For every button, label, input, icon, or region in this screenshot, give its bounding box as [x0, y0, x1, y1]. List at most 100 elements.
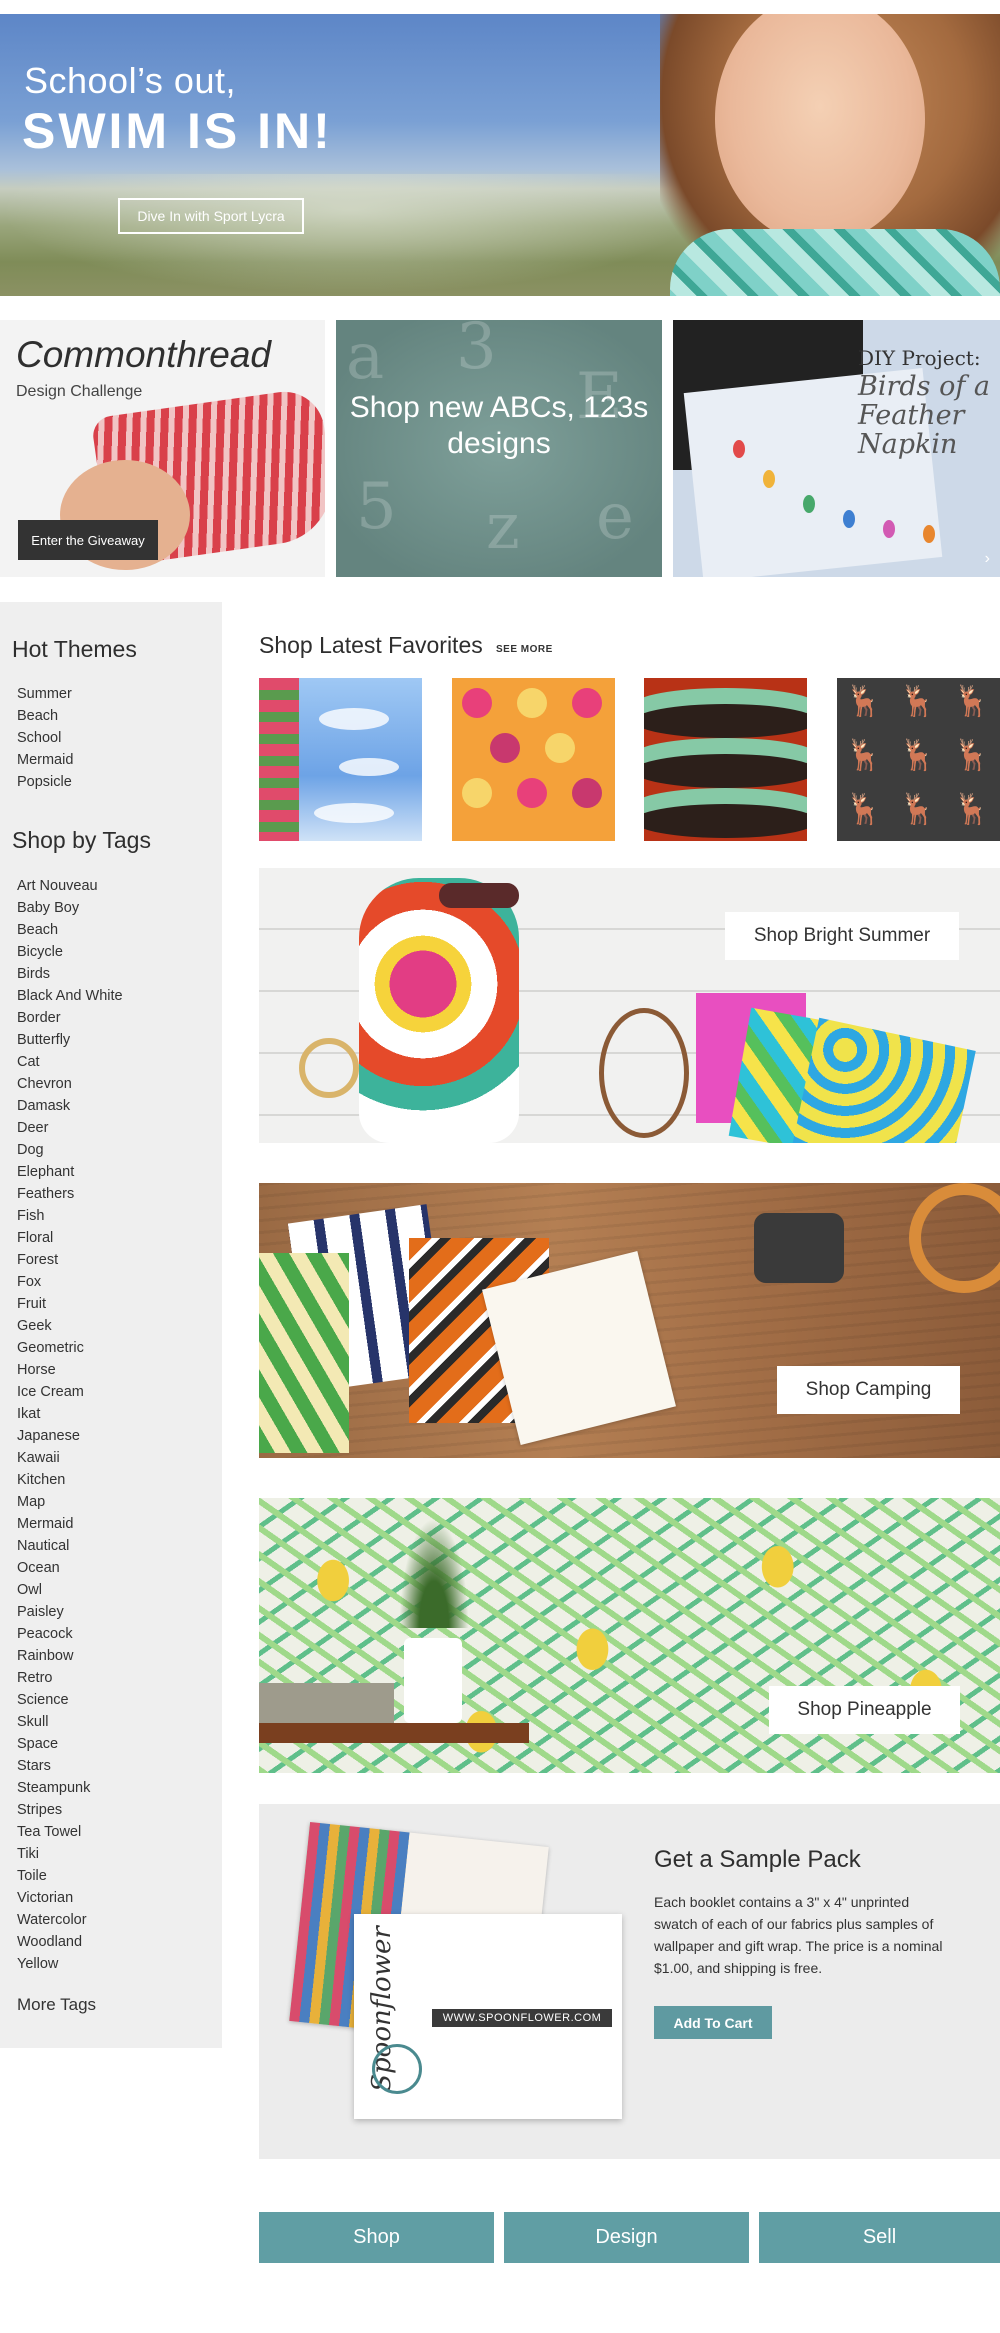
tag-link-watercolor[interactable]: Watercolor [17, 1909, 123, 1931]
plant-image [399, 1518, 469, 1628]
sidebar: Hot Themes Summer Beach School Mermaid Popsi… [0, 602, 222, 2048]
tag-link-woodland[interactable]: Woodland [17, 1931, 123, 1953]
hero-headline-line2: SWIM IS IN! [22, 103, 333, 159]
favorite-swatch-waves[interactable] [644, 678, 807, 841]
tag-link-border[interactable]: Border [17, 1007, 123, 1029]
hot-theme-beach[interactable]: Beach [17, 705, 73, 727]
hero-banner[interactable]: School’s out, SWIM IS IN! Dive In with S… [0, 14, 1000, 296]
sample-pack-title: Get a Sample Pack [654, 1846, 861, 1873]
favorite-swatch-sky[interactable] [259, 678, 422, 841]
hot-theme-popsicle[interactable]: Popsicle [17, 771, 73, 793]
tag-link-geek[interactable]: Geek [17, 1315, 123, 1337]
tag-link-fish[interactable]: Fish [17, 1205, 123, 1227]
hot-theme-mermaid[interactable]: Mermaid [17, 749, 73, 771]
tag-link-japanese[interactable]: Japanese [17, 1425, 123, 1447]
tag-link-retro[interactable]: Retro [17, 1667, 123, 1689]
dive-in-button[interactable]: Dive In with Sport Lycra [118, 198, 304, 234]
favorite-swatch-moose[interactable]: 🦌 🦌 🦌 🦌 🦌 🦌 🦌 🦌 🦌 [837, 678, 1000, 841]
promo-abc-text: Shop new ABCs, 123s designs [349, 391, 649, 460]
chevron-right-icon[interactable]: › [985, 550, 990, 568]
tag-link-space[interactable]: Space [17, 1733, 123, 1755]
tag-link-peacock[interactable]: Peacock [17, 1623, 123, 1645]
tag-link-skull[interactable]: Skull [17, 1711, 123, 1733]
promo-diy-body: Birds of a Feather Napkin [858, 371, 991, 460]
shelf-image [259, 1723, 529, 1743]
tag-link-floral[interactable]: Floral [17, 1227, 123, 1249]
see-more-link[interactable]: SEE MORE [496, 644, 553, 655]
tag-link-toile[interactable]: Toile [17, 1865, 123, 1887]
promo-abc-designs[interactable]: a 3 E 5 z e Shop new ABCs, 123s designs [336, 320, 662, 577]
hero-headline-line1: School’s out, [24, 60, 236, 101]
tag-link-tea-towel[interactable]: Tea Towel [17, 1821, 123, 1843]
sunglasses-image [439, 883, 519, 908]
latest-favorites-title: Shop Latest Favorites [259, 632, 483, 658]
tag-link-feathers[interactable]: Feathers [17, 1183, 123, 1205]
tag-link-art-nouveau[interactable]: Art Nouveau [17, 875, 123, 897]
hot-themes-list: Summer Beach School Mermaid Popsicle [17, 683, 73, 793]
tag-link-horse[interactable]: Horse [17, 1359, 123, 1381]
tag-link-chevron[interactable]: Chevron [17, 1073, 123, 1095]
tag-link-nautical[interactable]: Nautical [17, 1535, 123, 1557]
more-tags-link[interactable]: More Tags [17, 1995, 96, 2015]
tag-link-yellow[interactable]: Yellow [17, 1953, 123, 1975]
shop-camping-button[interactable]: Shop Camping [777, 1366, 960, 1414]
sample-pack-description: Each booklet contains a 3" x 4" unprinte… [654, 1894, 943, 1976]
favorite-swatch-circles[interactable] [452, 678, 615, 841]
footer-design-button[interactable]: Design [504, 2212, 749, 2263]
bracelets-image [299, 1038, 359, 1098]
tags-list: Art Nouveau Baby Boy Beach Bicycle Birds Blac… [17, 875, 123, 1975]
promo-commonthread-title: Commonthread [16, 334, 272, 375]
tag-link-ice-cream[interactable]: Ice Cream [17, 1381, 123, 1403]
promo-commonthread[interactable]: Commonthread Design Challenge Enter the … [0, 320, 325, 577]
footer-sell-button[interactable]: Sell [759, 2212, 1000, 2263]
tag-link-stripes[interactable]: Stripes [17, 1799, 123, 1821]
tag-link-fruit[interactable]: Fruit [17, 1293, 123, 1315]
banner-bright-summer[interactable]: Shop Bright Summer [259, 868, 1000, 1143]
tag-link-black-and-white[interactable]: Black And White [17, 985, 123, 1007]
mug-image [404, 1638, 462, 1723]
tag-link-mermaid[interactable]: Mermaid [17, 1513, 123, 1535]
promo-commonthread-subtitle: Design Challenge [16, 383, 143, 400]
tag-link-ikat[interactable]: Ikat [17, 1403, 123, 1425]
tag-link-bicycle[interactable]: Bicycle [17, 941, 123, 963]
banner-camping[interactable]: Shop Camping [259, 1183, 1000, 1458]
dress-image [359, 878, 519, 1143]
tag-link-beach[interactable]: Beach [17, 919, 123, 941]
tag-link-kitchen[interactable]: Kitchen [17, 1469, 123, 1491]
tag-link-butterfly[interactable]: Butterfly [17, 1029, 123, 1051]
tag-link-kawaii[interactable]: Kawaii [17, 1447, 123, 1469]
tag-link-dog[interactable]: Dog [17, 1139, 123, 1161]
enter-giveaway-button[interactable]: Enter the Giveaway [18, 520, 158, 560]
banner-pineapple[interactable]: Shop Pineapple [259, 1498, 1000, 1773]
tag-link-baby-boy[interactable]: Baby Boy [17, 897, 123, 919]
tag-link-rainbow[interactable]: Rainbow [17, 1645, 123, 1667]
tag-link-damask[interactable]: Damask [17, 1095, 123, 1117]
tag-link-birds[interactable]: Birds [17, 963, 123, 985]
tag-link-paisley[interactable]: Paisley [17, 1601, 123, 1623]
tag-link-fox[interactable]: Fox [17, 1271, 123, 1293]
tag-link-steampunk[interactable]: Steampunk [17, 1777, 123, 1799]
tag-link-ocean[interactable]: Ocean [17, 1557, 123, 1579]
strap-image [599, 1008, 689, 1138]
shop-by-tags-heading: Shop by Tags [12, 827, 151, 853]
sample-pack-section: Spoonflower WWW.SPOONFLOWER.COM Get a Sa… [259, 1804, 1000, 2159]
tag-link-forest[interactable]: Forest [17, 1249, 123, 1271]
hot-theme-school[interactable]: School [17, 727, 73, 749]
promo-diy-napkin[interactable]: DIY Project: Birds of a Feather Napkin › [673, 320, 1000, 577]
booklet-url: WWW.SPOONFLOWER.COM [432, 2009, 612, 2027]
tag-link-cat[interactable]: Cat [17, 1051, 123, 1073]
tag-link-map[interactable]: Map [17, 1491, 123, 1513]
tag-link-stars[interactable]: Stars [17, 1755, 123, 1777]
tag-link-victorian[interactable]: Victorian [17, 1887, 123, 1909]
tag-link-geometric[interactable]: Geometric [17, 1337, 123, 1359]
footer-shop-button[interactable]: Shop [259, 2212, 494, 2263]
tag-link-elephant[interactable]: Elephant [17, 1161, 123, 1183]
hot-theme-summer[interactable]: Summer [17, 683, 73, 705]
shop-pineapple-button[interactable]: Shop Pineapple [769, 1686, 960, 1734]
add-to-cart-button[interactable]: Add To Cart [654, 2006, 772, 2039]
tag-link-science[interactable]: Science [17, 1689, 123, 1711]
tag-link-owl[interactable]: Owl [17, 1579, 123, 1601]
tag-link-tiki[interactable]: Tiki [17, 1843, 123, 1865]
shop-bright-summer-button[interactable]: Shop Bright Summer [725, 912, 959, 960]
tag-link-deer[interactable]: Deer [17, 1117, 123, 1139]
